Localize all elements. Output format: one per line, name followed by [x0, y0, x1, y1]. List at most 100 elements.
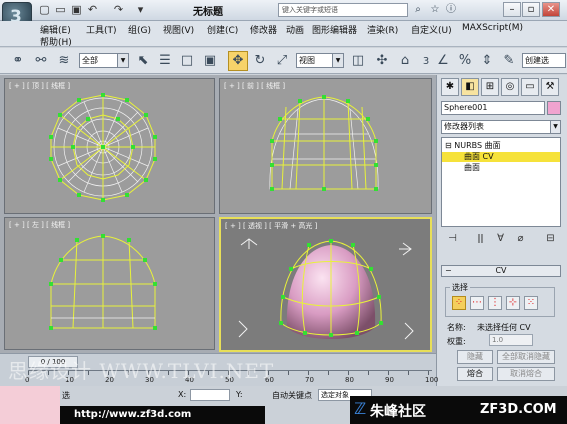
menu-animation[interactable]: 动画 [286, 23, 304, 36]
timeline-tick [308, 371, 309, 375]
select-object-icon[interactable]: ⬉ [133, 51, 153, 71]
close-button[interactable]: ✕ [542, 2, 560, 17]
bind-space-warp-icon[interactable]: ≋ [54, 51, 74, 71]
spinner-value: 3 [422, 56, 430, 67]
timeline-tick [328, 371, 329, 375]
menu-views[interactable]: 视图(V) [163, 23, 194, 36]
make-unique-icon[interactable]: ∀ [493, 231, 508, 246]
chevron-down-icon: ▼ [117, 54, 128, 67]
stack-item-surface-cv[interactable]: 曲面 CV [442, 152, 560, 162]
cv-rollout-header[interactable]: − CV [441, 265, 561, 277]
single-cv-icon[interactable]: ⁘ [452, 296, 466, 310]
maximize-button[interactable]: ▫ [522, 2, 540, 17]
new-icon[interactable]: ▢ [38, 3, 51, 16]
menu-rendering[interactable]: 渲染(R) [367, 23, 398, 36]
percent-snap-icon[interactable]: % [455, 51, 475, 71]
menu-help[interactable]: 帮助(H) [40, 35, 72, 48]
unhide-all-button[interactable]: 全部取消隐藏 [497, 350, 555, 364]
selection-group: 选择 ⁘ ⋯ ⋮ ⊹ ⁙ [445, 282, 555, 317]
column-cv-icon[interactable]: ⋮ [488, 296, 502, 310]
left-view-wireframe [49, 234, 157, 330]
menu-create[interactable]: 创建(C) [207, 23, 238, 36]
open-icon[interactable]: ▭ [54, 3, 67, 16]
snap-toggle-icon[interactable]: 3 [420, 51, 432, 71]
search-input[interactable]: 键入关键字或短语 [278, 3, 408, 17]
menu-tools[interactable]: 工具(T) [86, 23, 117, 36]
link-icon[interactable]: ⚭ [8, 51, 28, 71]
modify-tab-icon[interactable]: ◧ [461, 78, 479, 96]
info-icon[interactable]: ⓘ [444, 3, 458, 17]
chevron-down-icon: ▼ [550, 121, 560, 133]
main-toolbar: ⚭ ⚯ ≋ 全部 ▼ ⬉ ☰ □ ▣ ✥ ↻ ⤢ 视图 ▼ ◫ ✣ ⌂ 3 ∠ … [0, 48, 567, 74]
command-panel: ✱ ◧ ⊞ ◎ ▭ ⚒ Sphere001 修改器列表 ▼ ⊟ NURBS 曲面… [436, 75, 567, 386]
viewport-left[interactable]: [ + ] [ 左 ] [ 线框 ] [4, 217, 215, 350]
hierarchy-tab-icon[interactable]: ⊞ [481, 78, 499, 96]
select-by-name-icon[interactable]: ☰ [155, 51, 175, 71]
keyboard-shortcut-icon[interactable]: ⌂ [395, 51, 415, 71]
ref-coord-dropdown[interactable]: 视图 ▼ [296, 53, 344, 68]
star-icon[interactable]: ☆ [428, 3, 442, 17]
perspective-view-model [238, 238, 414, 340]
menu-modifiers[interactable]: 修改器 [250, 23, 277, 36]
viewport-front[interactable]: [ + ] [ 前 ] [ 线框 ] [219, 78, 432, 214]
selection-filter-dropdown[interactable]: 全部 ▼ [79, 53, 129, 68]
create-tab-icon[interactable]: ✱ [441, 78, 459, 96]
rotate-icon[interactable]: ↻ [250, 51, 270, 71]
angle-snap-icon[interactable]: ∠ [433, 51, 453, 71]
undo-icon[interactable]: ↶ [86, 3, 99, 16]
auto-key-label[interactable]: 自动关键点 [272, 390, 312, 401]
timeline-tick-label: 90 [385, 376, 394, 384]
viewport-top[interactable]: [ + ] [ 顶 ] [ 线框 ] [4, 78, 215, 214]
all-cv-icon[interactable]: ⁙ [524, 296, 538, 310]
save-icon[interactable]: ▣ [70, 3, 83, 16]
motion-tab-icon[interactable]: ◎ [501, 78, 519, 96]
minimize-button[interactable]: – [503, 2, 521, 17]
named-selection-dropdown[interactable]: 创建选 [522, 53, 566, 68]
show-end-result-icon[interactable]: ǀǀ [473, 231, 488, 246]
stack-tools: ⊣ ǀǀ ∀ ⌀ ⊟ [441, 231, 561, 247]
binoculars-icon[interactable]: ⌕ [411, 3, 425, 17]
named-selection-value: 创建选 [525, 56, 549, 65]
chevron-down-icon: ▼ [332, 54, 343, 67]
configure-sets-icon[interactable]: ⊟ [543, 231, 558, 246]
menu-customize[interactable]: 自定义(U) [411, 23, 452, 36]
remove-modifier-icon[interactable]: ⌀ [513, 231, 528, 246]
watermark: 思缘设计 WWW.TLVI.NET [8, 359, 275, 383]
viewport-area: [ + ] [ 顶 ] [ 线框 ] [ + ] [ 前 ] [ 线框 ] [… [0, 75, 436, 353]
modifier-stack[interactable]: ⊟ NURBS 曲面 曲面 CV 曲面 [441, 137, 561, 227]
modifier-list-dropdown[interactable]: 修改器列表 ▼ [441, 120, 561, 134]
display-tab-icon[interactable]: ▭ [521, 78, 539, 96]
pivot-center-icon[interactable]: ◫ [348, 51, 368, 71]
front-view-wireframe [269, 95, 379, 191]
object-color-swatch[interactable] [547, 101, 561, 115]
menu-maxscript[interactable]: MAXScript(M) [462, 23, 523, 33]
selection-region-icon[interactable]: □ [177, 51, 197, 71]
maxscript-listener[interactable] [0, 386, 60, 424]
menu-group[interactable]: 组(G) [128, 23, 151, 36]
timeline-tick-label: 100 [425, 376, 439, 384]
hide-button[interactable]: 隐藏 [457, 350, 493, 364]
window-crossing-icon[interactable]: ▣ [200, 51, 220, 71]
dropdown-icon[interactable]: ▾ [134, 3, 147, 16]
stack-item-surface[interactable]: 曲面 [442, 163, 560, 173]
fuse-button[interactable]: 熔合 [457, 367, 493, 381]
stack-item-nurbs[interactable]: ⊟ NURBS 曲面 [442, 141, 560, 151]
redo-icon[interactable]: ↷ [112, 3, 125, 16]
rollout-title: CV [495, 266, 507, 275]
object-name-field[interactable]: Sphere001 [441, 101, 545, 115]
unlink-icon[interactable]: ⚯ [31, 51, 51, 71]
viewport-perspective[interactable]: [ + ] [ 透视 ] [ 平滑 + 高光 ] [219, 217, 432, 352]
edit-named-selection-icon[interactable]: ✎ [499, 51, 519, 71]
weight-spinner[interactable]: 1.0 [489, 334, 533, 346]
x-coordinate-field[interactable] [190, 389, 230, 401]
utilities-tab-icon[interactable]: ⚒ [541, 78, 559, 96]
move-icon[interactable]: ✥ [228, 51, 248, 71]
row-cv-icon[interactable]: ⋯ [470, 296, 484, 310]
select-manipulate-icon[interactable]: ✣ [372, 51, 392, 71]
menu-graph-editors[interactable]: 图形编辑器 [312, 23, 357, 36]
spinner-snap-icon[interactable]: ⇕ [477, 51, 497, 71]
pin-stack-icon[interactable]: ⊣ [445, 231, 460, 246]
unfuse-button[interactable]: 取消熔合 [497, 367, 555, 381]
scale-icon[interactable]: ⤢ [272, 51, 292, 71]
row-column-cv-icon[interactable]: ⊹ [506, 296, 520, 310]
